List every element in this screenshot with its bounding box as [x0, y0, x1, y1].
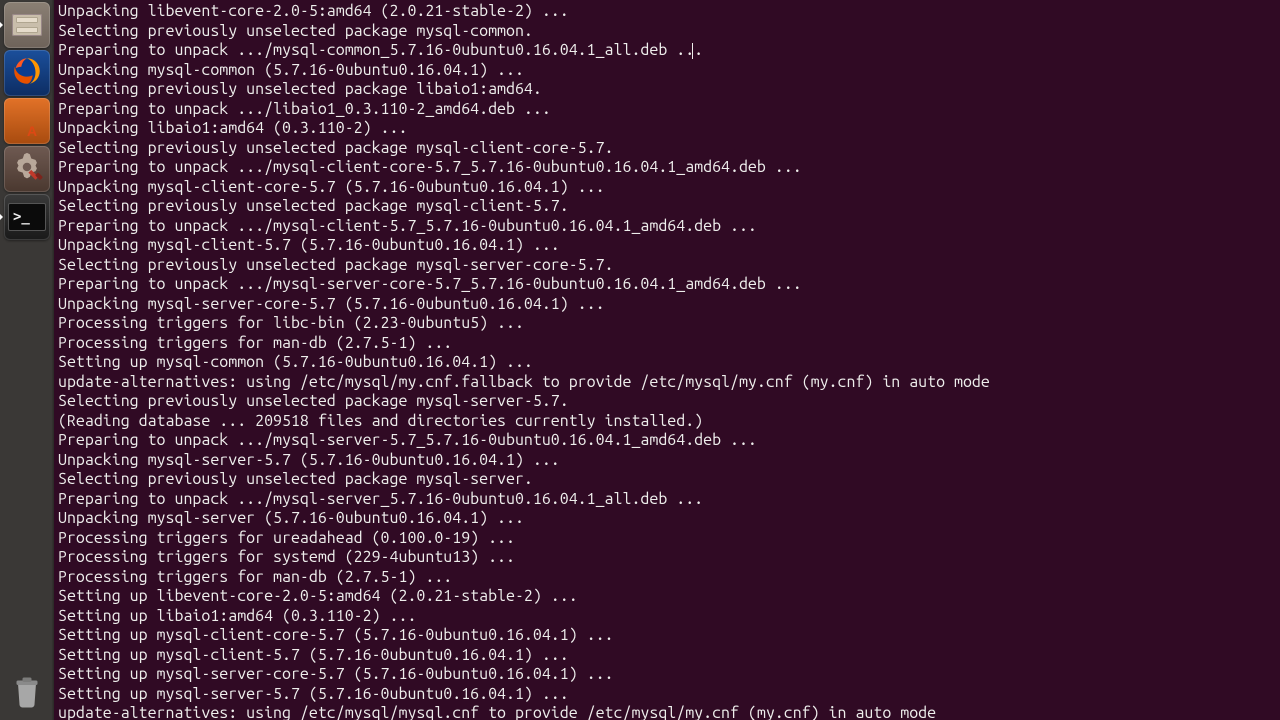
terminal-icon: >_	[8, 203, 46, 231]
launcher-firefox[interactable]	[4, 50, 50, 96]
launcher-settings[interactable]	[4, 146, 50, 192]
text-cursor	[692, 43, 693, 59]
terminal-window[interactable]: Unpacking libevent-core-2.0-5:amd64 (2.0…	[54, 0, 1280, 720]
launcher-trash[interactable]	[4, 670, 50, 716]
terminal-line: update-alternatives: using /etc/mysql/my…	[58, 373, 1276, 393]
terminal-line: Preparing to unpack .../mysql-server-cor…	[58, 275, 1276, 295]
settings-icon	[10, 150, 44, 189]
terminal-line: Selecting previously unselected package …	[58, 392, 1276, 412]
terminal-line: Setting up mysql-client-5.7 (5.7.16-0ubu…	[58, 646, 1276, 666]
terminal-line: Processing triggers for libc-bin (2.23-0…	[58, 314, 1276, 334]
terminal-output: Unpacking libevent-core-2.0-5:amd64 (2.0…	[58, 2, 1276, 720]
terminal-line: Preparing to unpack .../mysql-client-cor…	[58, 158, 1276, 178]
terminal-line: Preparing to unpack .../mysql-server_5.7…	[58, 490, 1276, 510]
terminal-line: Unpacking mysql-client-5.7 (5.7.16-0ubun…	[58, 236, 1276, 256]
trash-icon	[9, 673, 45, 714]
firefox-icon	[10, 54, 44, 93]
terminal-line: Setting up libevent-core-2.0-5:amd64 (2.…	[58, 587, 1276, 607]
terminal-line: Unpacking mysql-server-core-5.7 (5.7.16-…	[58, 295, 1276, 315]
terminal-line: Processing triggers for systemd (229-4ub…	[58, 548, 1276, 568]
unity-launcher: >_	[0, 0, 54, 720]
terminal-line: Unpacking mysql-client-core-5.7 (5.7.16-…	[58, 178, 1276, 198]
terminal-line: Selecting previously unselected package …	[58, 256, 1276, 276]
terminal-line: Unpacking mysql-common (5.7.16-0ubuntu0.…	[58, 61, 1276, 81]
terminal-line: Setting up libaio1:amd64 (0.3.110-2) ...	[58, 607, 1276, 627]
desktop: >_ Unpacking libevent-core-2.0-5:amd64 (…	[0, 0, 1280, 720]
launcher-terminal[interactable]: >_	[4, 194, 50, 240]
terminal-line: Preparing to unpack .../mysql-server-5.7…	[58, 431, 1276, 451]
launcher-files[interactable]	[4, 2, 50, 48]
terminal-line: Setting up mysql-common (5.7.16-0ubuntu0…	[58, 353, 1276, 373]
terminal-line: Setting up mysql-client-core-5.7 (5.7.16…	[58, 626, 1276, 646]
terminal-line: Processing triggers for ureadahead (0.10…	[58, 529, 1276, 549]
terminal-line: Unpacking mysql-server (5.7.16-0ubuntu0.…	[58, 509, 1276, 529]
terminal-line: Setting up mysql-server-5.7 (5.7.16-0ubu…	[58, 685, 1276, 705]
terminal-line: Preparing to unpack .../libaio1_0.3.110-…	[58, 100, 1276, 120]
terminal-line: Unpacking libevent-core-2.0-5:amd64 (2.0…	[58, 2, 1276, 22]
terminal-line: Selecting previously unselected package …	[58, 22, 1276, 42]
terminal-line: Selecting previously unselected package …	[58, 197, 1276, 217]
terminal-line: Selecting previously unselected package …	[58, 80, 1276, 100]
terminal-line: Unpacking libaio1:amd64 (0.3.110-2) ...	[58, 119, 1276, 139]
terminal-line: Processing triggers for man-db (2.7.5-1)…	[58, 568, 1276, 588]
files-icon	[12, 14, 42, 36]
terminal-line: Unpacking mysql-server-5.7 (5.7.16-0ubun…	[58, 451, 1276, 471]
terminal-line: Processing triggers for man-db (2.7.5-1)…	[58, 334, 1276, 354]
terminal-line: (Reading database ... 209518 files and d…	[58, 412, 1276, 432]
terminal-line: Selecting previously unselected package …	[58, 470, 1276, 490]
terminal-line: Selecting previously unselected package …	[58, 139, 1276, 159]
launcher-software[interactable]	[4, 98, 50, 144]
terminal-line: Setting up mysql-server-core-5.7 (5.7.16…	[58, 665, 1276, 685]
terminal-line: Preparing to unpack .../mysql-common_5.7…	[58, 41, 1276, 61]
terminal-line: update-alternatives: using /etc/mysql/my…	[58, 704, 1276, 720]
terminal-line: Preparing to unpack .../mysql-client-5.7…	[58, 217, 1276, 237]
